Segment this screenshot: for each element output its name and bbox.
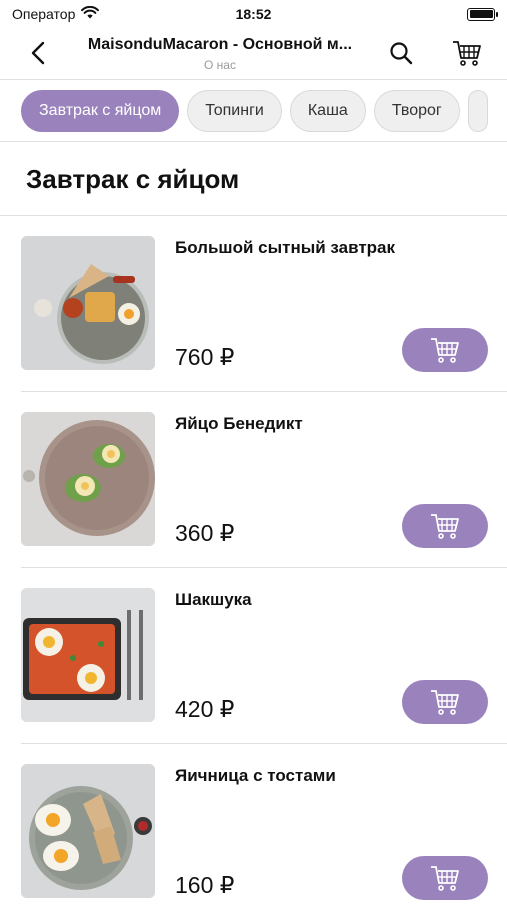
- cart-icon: [431, 338, 459, 363]
- cart-button[interactable]: [450, 36, 484, 70]
- add-to-cart-button[interactable]: [402, 328, 488, 372]
- status-bar: Оператор 18:52: [0, 0, 507, 28]
- page-title: MaisonduMacaron - Основной м...: [87, 36, 353, 53]
- product-list: Большой сытный завтрак 760 ₽ Яйцо Бенеди…: [0, 216, 507, 920]
- back-button[interactable]: [26, 38, 50, 68]
- search-button[interactable]: [386, 38, 416, 68]
- cart-icon: [431, 514, 459, 539]
- product-price: 160 ₽: [175, 872, 235, 898]
- product-price: 360 ₽: [175, 520, 235, 546]
- nav-bar: MaisonduMacaron - Основной м... О нас: [0, 28, 507, 80]
- chip-cottage-cheese[interactable]: Творог: [373, 89, 460, 132]
- add-to-cart-button[interactable]: [402, 856, 488, 900]
- product-price: 760 ₽: [175, 344, 235, 370]
- section-title: Завтрак с яйцом: [26, 164, 240, 194]
- chip-more[interactable]: [467, 89, 488, 132]
- cart-icon: [431, 690, 459, 715]
- add-to-cart-button[interactable]: [402, 680, 488, 724]
- cart-icon: [431, 866, 459, 891]
- product-price: 420 ₽: [175, 696, 235, 722]
- chip-porridge[interactable]: Каша: [289, 89, 366, 132]
- cart-icon: [453, 41, 481, 66]
- chip-toppings[interactable]: Топинги: [187, 89, 282, 132]
- chevron-left-icon: [31, 41, 45, 65]
- nav-title-group: MaisonduMacaron - Основной м... О нас: [70, 36, 370, 72]
- product-image[interactable]: [21, 764, 155, 898]
- search-icon: [390, 42, 413, 65]
- add-to-cart-button[interactable]: [402, 504, 488, 548]
- product-name: Яйцо Бенедикт: [175, 414, 303, 433]
- list-item[interactable]: Яйцо Бенедикт 360 ₽: [0, 392, 507, 568]
- about-link[interactable]: О нас: [70, 58, 370, 72]
- status-time: 18:52: [235, 6, 272, 22]
- chip-breakfast-egg[interactable]: Завтрак с яйцом: [21, 89, 180, 132]
- list-item[interactable]: Большой сытный завтрак 760 ₽: [0, 216, 507, 392]
- product-image[interactable]: [21, 588, 155, 722]
- battery-icon: [467, 7, 498, 21]
- list-item[interactable]: Яичница с тостами 160 ₽: [0, 744, 507, 920]
- product-name: Шакшука: [175, 590, 252, 609]
- list-item[interactable]: Шакшука 420 ₽: [0, 568, 507, 744]
- product-name: Яичница с тостами: [175, 766, 336, 785]
- category-chips: Завтрак с яйцом Топинги Каша Творог: [0, 80, 507, 142]
- product-name: Большой сытный завтрак: [175, 238, 395, 257]
- product-image[interactable]: [21, 236, 155, 370]
- product-image[interactable]: [21, 412, 155, 546]
